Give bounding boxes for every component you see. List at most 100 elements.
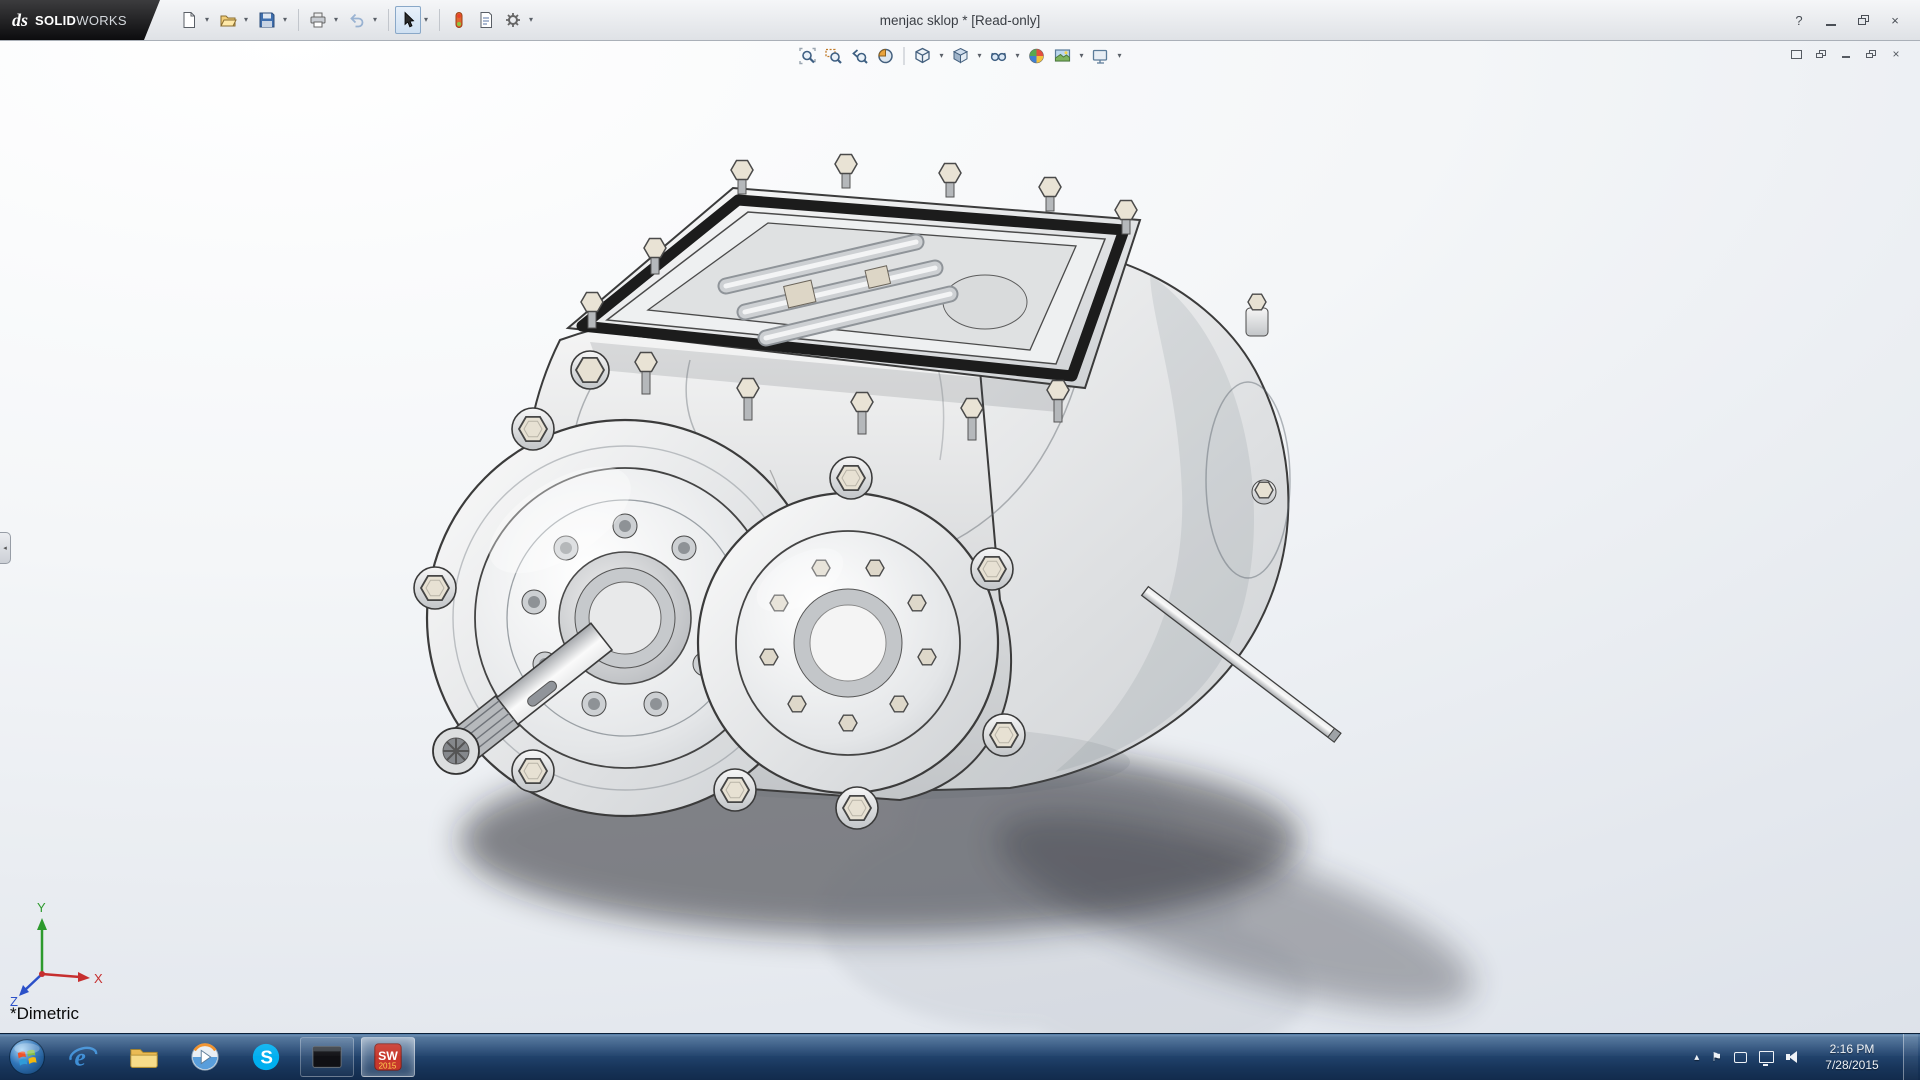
new-document-button[interactable] xyxy=(176,6,202,34)
view-orientation-cube-icon xyxy=(914,47,932,65)
taskbar-internet-explorer[interactable]: e xyxy=(56,1037,110,1077)
doc-restore-button[interactable] xyxy=(1863,47,1879,61)
view-settings-button[interactable] xyxy=(1089,44,1113,68)
open-dropdown[interactable]: ▾ xyxy=(241,6,251,34)
orientation-triad: Y X Z xyxy=(8,896,118,1006)
save-button[interactable] xyxy=(254,6,280,34)
taskbar-media-player[interactable] xyxy=(178,1037,232,1077)
taskbar-solidworks[interactable]: SW 2015 xyxy=(361,1037,415,1077)
triad-y-label: Y xyxy=(37,900,46,915)
minimize-button[interactable] xyxy=(1818,9,1844,31)
taskbar-windows-explorer[interactable] xyxy=(117,1037,171,1077)
start-button[interactable] xyxy=(0,1034,54,1080)
zoom-to-fit-icon xyxy=(799,47,817,65)
solidworks-app-icon: SW 2015 xyxy=(372,1041,404,1073)
open-icon xyxy=(219,11,237,29)
zoom-to-area-icon xyxy=(825,47,843,65)
doc-fullscreen-button[interactable] xyxy=(1788,47,1804,61)
front-face-right xyxy=(698,493,998,793)
skype-icon: S xyxy=(250,1041,282,1073)
undo-button[interactable] xyxy=(344,6,370,34)
zoom-to-fit-button[interactable] xyxy=(796,44,820,68)
apply-scene-dropdown[interactable]: ▾ xyxy=(1077,44,1087,68)
toolbar-separator xyxy=(388,9,389,31)
doc-minimize-icon xyxy=(1842,50,1850,58)
taskbar-command-window[interactable] xyxy=(300,1037,354,1077)
view-orientation-button[interactable] xyxy=(911,44,935,68)
display-style-button[interactable] xyxy=(949,44,973,68)
document-title: menjac sklop * [Read-only] xyxy=(880,13,1041,28)
windows-orb-icon xyxy=(8,1038,46,1076)
toolbar-separator xyxy=(904,47,905,65)
doc-restore-icon xyxy=(1866,50,1876,58)
previous-view-icon xyxy=(851,47,869,65)
svg-text:2015: 2015 xyxy=(379,1061,397,1070)
restore-icon xyxy=(1858,15,1869,25)
hide-show-items-button[interactable] xyxy=(987,44,1011,68)
rebuild-button[interactable] xyxy=(446,6,472,34)
rebuild-icon xyxy=(450,11,468,29)
media-player-icon xyxy=(189,1041,221,1073)
command-window-icon xyxy=(311,1041,343,1073)
doc-close-button[interactable]: × xyxy=(1888,47,1904,61)
edit-appearance-button[interactable] xyxy=(1025,44,1049,68)
restore-group-icon xyxy=(1816,50,1826,58)
clock-time: 2:16 PM xyxy=(1819,1041,1885,1057)
save-dropdown[interactable]: ▾ xyxy=(280,6,290,34)
section-view-button[interactable] xyxy=(874,44,898,68)
internet-explorer-icon: e xyxy=(67,1041,99,1073)
minimize-icon xyxy=(1826,15,1836,26)
network-icon[interactable] xyxy=(1759,1051,1774,1063)
close-button[interactable]: × xyxy=(1882,9,1908,31)
view-settings-dropdown[interactable]: ▾ xyxy=(1115,44,1125,68)
previous-view-button[interactable] xyxy=(848,44,872,68)
options-dropdown[interactable]: ▾ xyxy=(526,6,536,34)
toolbar-separator xyxy=(439,9,440,31)
gearbox-model xyxy=(0,40,1920,1034)
hide-show-items-dropdown[interactable]: ▾ xyxy=(1013,44,1023,68)
save-icon xyxy=(258,11,276,29)
pinned-apps: e S xyxy=(56,1037,415,1077)
apply-scene-button[interactable] xyxy=(1051,44,1075,68)
options-button[interactable] xyxy=(500,6,526,34)
action-center-flag-icon[interactable]: ⚑ xyxy=(1711,1050,1722,1064)
restore-button[interactable] xyxy=(1850,9,1876,31)
view-orientation-label: *Dimetric xyxy=(10,1004,79,1024)
undo-dropdown[interactable]: ▾ xyxy=(370,6,380,34)
graphics-viewport[interactable]: ▾ ▾ ▾ ▾ ▾ × ◂ xyxy=(0,40,1920,1034)
select-dropdown[interactable]: ▾ xyxy=(421,6,431,34)
feature-manager-handle[interactable]: ◂ xyxy=(0,532,11,564)
tray-chevron-icon[interactable]: ▴ xyxy=(1694,1052,1699,1063)
apply-scene-icon xyxy=(1054,47,1072,65)
print-button[interactable] xyxy=(305,6,331,34)
fullscreen-icon xyxy=(1791,50,1802,59)
safely-remove-device-icon[interactable] xyxy=(1734,1052,1747,1063)
doc-minimize-button[interactable] xyxy=(1838,47,1854,61)
select-button[interactable] xyxy=(395,6,421,34)
solidworks-logo: ds SOLIDWORKS xyxy=(0,0,160,40)
new-document-dropdown[interactable]: ▾ xyxy=(202,6,212,34)
heads-up-view-toolbar: ▾ ▾ ▾ ▾ ▾ xyxy=(796,44,1125,68)
file-properties-button[interactable] xyxy=(473,6,499,34)
taskbar-clock[interactable]: 2:16 PM 7/28/2015 xyxy=(1819,1041,1885,1073)
edit-appearance-ball-icon xyxy=(1028,47,1046,65)
print-dropdown[interactable]: ▾ xyxy=(331,6,341,34)
show-desktop-button[interactable] xyxy=(1903,1034,1918,1080)
options-gear-icon xyxy=(504,11,522,29)
print-icon xyxy=(309,11,327,29)
window-controls: ? × xyxy=(1786,9,1920,31)
wordmark-light: WORKS xyxy=(76,13,127,28)
open-button[interactable] xyxy=(215,6,241,34)
view-orientation-dropdown[interactable]: ▾ xyxy=(937,44,947,68)
volume-icon[interactable] xyxy=(1786,1051,1801,1063)
new-document-icon xyxy=(180,11,198,29)
help-button[interactable]: ? xyxy=(1786,9,1812,31)
wordmark-bold: SOLID xyxy=(35,13,76,28)
hide-show-eye-icon xyxy=(990,47,1008,65)
doc-restore-group-button[interactable] xyxy=(1813,47,1829,61)
taskbar-skype[interactable]: S xyxy=(239,1037,293,1077)
zoom-to-area-button[interactable] xyxy=(822,44,846,68)
ds-logo-mark: ds xyxy=(12,10,28,31)
folder-icon xyxy=(128,1041,160,1073)
display-style-dropdown[interactable]: ▾ xyxy=(975,44,985,68)
